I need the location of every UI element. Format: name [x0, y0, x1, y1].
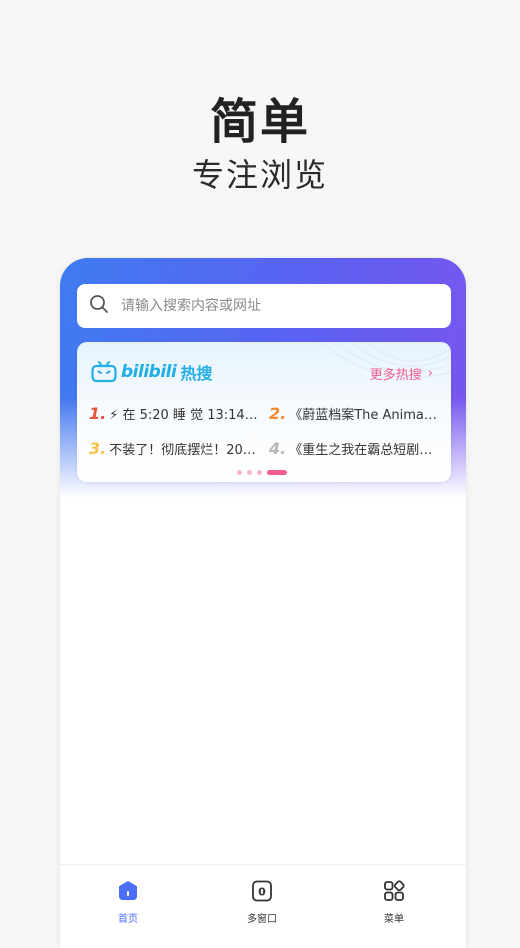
- hot-text: ⚡ 在 5:20 睡 觉 13:14 ...: [109, 407, 261, 423]
- tab-windows[interactable]: 0 多窗口: [222, 879, 302, 925]
- hot-rank: 1.: [89, 403, 107, 423]
- tab-label: 首页: [118, 914, 138, 925]
- tab-menu[interactable]: 菜单: [354, 879, 434, 925]
- search-icon: [89, 294, 109, 318]
- hot-rank: 3.: [89, 438, 107, 458]
- menu-grid-icon: [384, 880, 405, 901]
- hot-text: 《重生之我在霸总短剧里...: [289, 442, 441, 458]
- hot-text: 不装了！彻底摆烂！2024...: [109, 442, 261, 458]
- hot-search-card: bilibili 热搜 更多热搜 › 1. ⚡ 在 5:20 睡 觉 13:14…: [77, 342, 451, 482]
- hot-item[interactable]: 2. 《蔚蓝档案The Animation》: [269, 402, 441, 424]
- tab-label: 多窗口: [247, 914, 277, 925]
- page-indicator: [237, 470, 292, 475]
- bilibili-logo: bilibili 热搜: [91, 358, 212, 386]
- page-dot-active[interactable]: [267, 470, 287, 475]
- search-bar[interactable]: [77, 284, 451, 328]
- phone-frame: bilibili 热搜 更多热搜 › 1. ⚡ 在 5:20 睡 觉 13:14…: [60, 258, 466, 948]
- window-count: 0: [258, 886, 266, 899]
- page-dot[interactable]: [257, 470, 262, 475]
- hot-item[interactable]: 3. 不装了！彻底摆烂！2024...: [89, 437, 261, 459]
- tv-icon: [91, 361, 117, 383]
- home-icon: [119, 881, 137, 900]
- brand-name: bilibili: [121, 362, 177, 382]
- hot-rank: 2.: [269, 403, 287, 423]
- more-hot-link[interactable]: 更多热搜 ›: [370, 364, 433, 383]
- tab-home[interactable]: 首页: [88, 879, 168, 925]
- window-count-icon: 0: [252, 880, 272, 902]
- hero-subtitle: 专注浏览: [191, 156, 328, 194]
- hot-rank: 4.: [269, 438, 287, 458]
- page-dot[interactable]: [247, 470, 252, 475]
- chevron-right-icon: ›: [427, 366, 433, 381]
- more-hot-label: 更多热搜: [369, 368, 422, 383]
- hot-text: 《蔚蓝档案The Animation》: [289, 407, 441, 423]
- hot-title: 热搜: [180, 364, 213, 383]
- bottom-tab-bar: 首页 0 多窗口 菜单: [60, 864, 466, 930]
- search-input[interactable]: [121, 298, 421, 314]
- hot-item[interactable]: 1. ⚡ 在 5:20 睡 觉 13:14 ...: [89, 402, 261, 424]
- hot-item[interactable]: 4. 《重生之我在霸总短剧里...: [269, 437, 441, 459]
- hero-title: 简单: [209, 94, 310, 150]
- page-dot[interactable]: [237, 470, 242, 475]
- tab-label: 菜单: [384, 914, 404, 925]
